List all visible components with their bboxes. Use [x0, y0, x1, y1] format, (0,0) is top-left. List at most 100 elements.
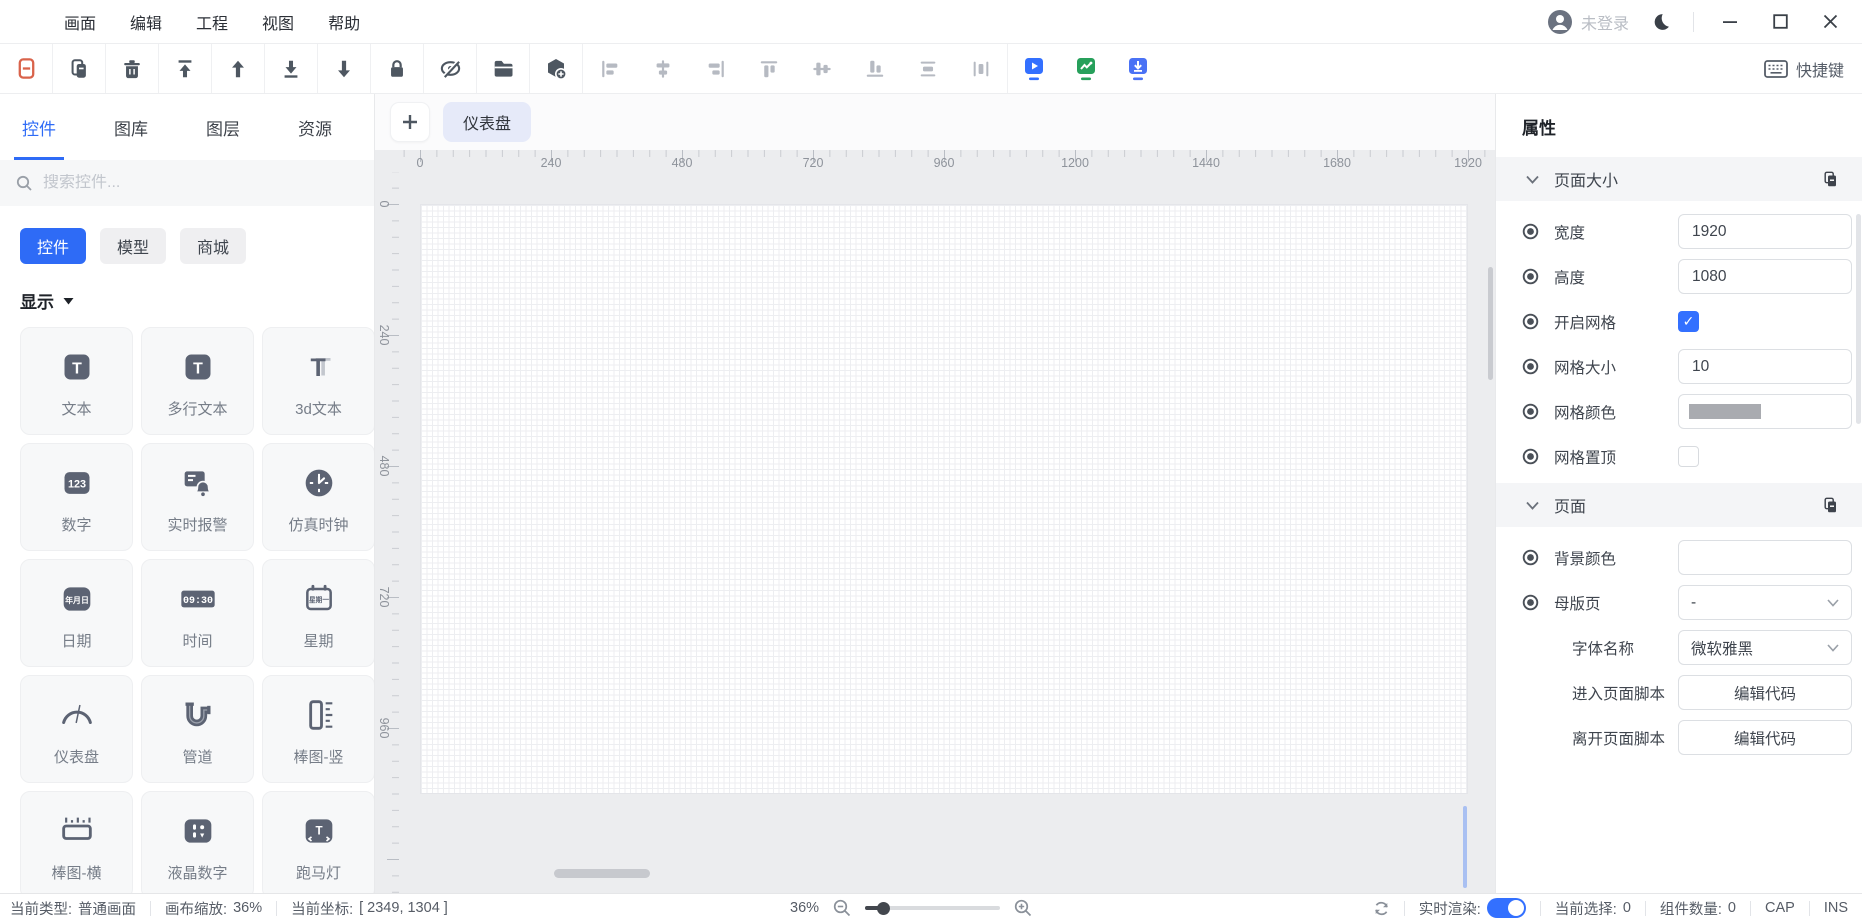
- duplicate-icon[interactable]: [53, 44, 106, 93]
- tab-layers[interactable]: 图层: [202, 95, 244, 160]
- move-up-icon[interactable]: [212, 44, 265, 93]
- widget-card-week[interactable]: 星期一 星期: [262, 559, 375, 667]
- master-page-select[interactable]: -: [1678, 585, 1852, 620]
- section-display[interactable]: 显示: [0, 264, 374, 325]
- h-ruler-label: 480: [672, 156, 693, 170]
- move-top-icon[interactable]: [159, 44, 212, 93]
- widget-card-bar-vertical[interactable]: 棒图-竖: [262, 675, 375, 783]
- section-page[interactable]: 页面: [1496, 483, 1862, 527]
- widget-card-bar-horizontal[interactable]: 棒图-横: [20, 791, 133, 893]
- realtime-render-toggle[interactable]: [1487, 898, 1526, 918]
- widget-card-sim-clock[interactable]: 仿真时钟: [262, 443, 375, 551]
- minimize-icon[interactable]: [1716, 8, 1744, 36]
- vertical-scrollbar[interactable]: [1488, 267, 1493, 380]
- align-top-icon[interactable]: [742, 44, 795, 93]
- zoom-in-icon[interactable]: [1014, 899, 1032, 917]
- height-input[interactable]: [1678, 259, 1852, 294]
- shortcut-keys-button[interactable]: 快捷键: [1796, 57, 1844, 81]
- menu-item-screen[interactable]: 画面: [64, 10, 96, 34]
- h-ruler-label: 240: [541, 156, 562, 170]
- font-name-select[interactable]: 微软雅黑: [1678, 630, 1852, 665]
- widget-card-multiline-text[interactable]: T 多行文本: [141, 327, 254, 435]
- align-right-icon[interactable]: [689, 44, 742, 93]
- menu-item-help[interactable]: 帮助: [328, 10, 360, 34]
- v-ruler-label: 480: [377, 446, 391, 486]
- move-down-icon[interactable]: [318, 44, 371, 93]
- width-input[interactable]: [1678, 214, 1852, 249]
- filter-widgets-button[interactable]: 控件: [20, 228, 86, 264]
- align-vcenter-icon[interactable]: [636, 44, 689, 93]
- preview-button[interactable]: [1008, 44, 1060, 93]
- align-bottom-icon[interactable]: [848, 44, 901, 93]
- refresh-icon[interactable]: [1373, 900, 1390, 917]
- divider: [1540, 901, 1541, 916]
- grid-color-picker[interactable]: [1678, 394, 1852, 429]
- widget-card-gauge[interactable]: 仪表盘: [20, 675, 133, 783]
- file-icon[interactable]: [0, 44, 53, 93]
- copy-section-icon[interactable]: [1822, 171, 1838, 188]
- prop-row-grid-color: 网格颜色: [1496, 389, 1862, 434]
- canvas-viewport[interactable]: [399, 172, 1495, 893]
- close-icon[interactable]: [1816, 8, 1844, 36]
- hide-icon[interactable]: [424, 44, 477, 93]
- model-add-icon[interactable]: [530, 44, 583, 93]
- svg-text:年月日: 年月日: [65, 594, 89, 604]
- bg-color-input[interactable]: [1678, 540, 1852, 575]
- section-page-size[interactable]: 页面大小: [1496, 157, 1862, 201]
- grid-top-checkbox[interactable]: [1678, 446, 1699, 467]
- widget-card-time[interactable]: 09:30 时间: [141, 559, 254, 667]
- divider: [1645, 901, 1646, 916]
- align-hcenter-icon[interactable]: [795, 44, 848, 93]
- grid-enable-checkbox[interactable]: ✓: [1678, 311, 1699, 332]
- leave-script-edit-button[interactable]: 编辑代码: [1678, 720, 1852, 755]
- property-bullet-icon: [1522, 358, 1540, 375]
- theme-moon-icon[interactable]: [1651, 12, 1671, 32]
- align-left-icon[interactable]: [583, 44, 636, 93]
- user-account[interactable]: 未登录: [1547, 9, 1629, 35]
- tab-gallery[interactable]: 图库: [110, 95, 152, 160]
- widget-card-realtime-alarm[interactable]: 实时报警: [141, 443, 254, 551]
- add-page-button[interactable]: [390, 102, 430, 142]
- copy-section-icon[interactable]: [1822, 497, 1838, 514]
- folder-icon[interactable]: [477, 44, 530, 93]
- filter-market-button[interactable]: 商城: [180, 228, 246, 264]
- alarm-icon: [178, 460, 218, 506]
- widget-card-text[interactable]: T 文本: [20, 327, 133, 435]
- menu-item-project[interactable]: 工程: [196, 10, 228, 34]
- prop-row-master-page: 母版页 -: [1496, 580, 1862, 625]
- h-ruler-label: 1440: [1192, 156, 1220, 170]
- widget-card-pipe[interactable]: 管道: [141, 675, 254, 783]
- lock-icon[interactable]: [371, 44, 424, 93]
- design-page[interactable]: [420, 204, 1468, 794]
- delete-icon[interactable]: [106, 44, 159, 93]
- widget-card-3d-text[interactable]: TT 3d文本: [262, 327, 375, 435]
- menu-item-edit[interactable]: 编辑: [130, 10, 162, 34]
- tab-widgets[interactable]: 控件: [18, 95, 60, 160]
- maximize-icon[interactable]: [1766, 8, 1794, 36]
- zoom-out-icon[interactable]: [833, 899, 851, 917]
- chevron-down-icon: [1526, 175, 1539, 184]
- filter-models-button[interactable]: 模型: [100, 228, 166, 264]
- widget-card-date[interactable]: 年月日 日期: [20, 559, 133, 667]
- page-tab-dashboard[interactable]: 仪表盘: [443, 102, 531, 142]
- zoom-slider[interactable]: [865, 906, 1000, 910]
- lcd-number-icon: [178, 808, 218, 854]
- distribute-vertical-icon[interactable]: [901, 44, 954, 93]
- tab-resources[interactable]: 资源: [294, 95, 336, 160]
- enter-script-edit-button[interactable]: 编辑代码: [1678, 675, 1852, 710]
- widget-card-number[interactable]: 123 数字: [20, 443, 133, 551]
- zoom-slider-handle[interactable]: [877, 902, 890, 915]
- svg-text:T: T: [310, 354, 325, 382]
- grid-size-input[interactable]: [1678, 349, 1852, 384]
- search-input[interactable]: [43, 174, 358, 192]
- move-bottom-icon[interactable]: [265, 44, 318, 93]
- widget-card-lcd-number[interactable]: 液晶数字: [141, 791, 254, 893]
- menu-item-view[interactable]: 视图: [262, 10, 294, 34]
- download-button[interactable]: [1112, 44, 1164, 93]
- distribute-horizontal-icon[interactable]: [954, 44, 1007, 93]
- panel-scrollbar[interactable]: [1856, 214, 1861, 424]
- svg-text:123: 123: [67, 478, 85, 490]
- horizontal-scrollbar[interactable]: [554, 869, 650, 878]
- widget-card-marquee[interactable]: T 跑马灯: [262, 791, 375, 893]
- chart-run-button[interactable]: [1060, 44, 1112, 93]
